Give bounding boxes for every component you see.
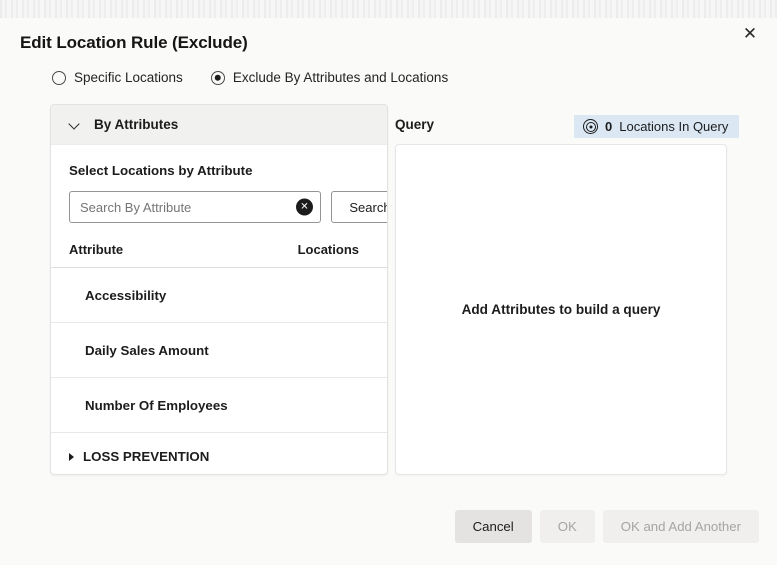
status-badge: 0 Locations In Query [574, 115, 740, 138]
by-attributes-accordion-header[interactable]: By Attributes [51, 105, 387, 145]
table-row[interactable]: Accessibility [51, 268, 387, 323]
search-input-wrapper: ✕ [69, 191, 321, 223]
bullseye-icon [583, 119, 598, 134]
select-locations-label: Select Locations by Attribute [69, 163, 253, 178]
column-header-locations: Locations [297, 242, 359, 257]
dialog-footer: Cancel OK OK and Add Another [454, 510, 759, 543]
clear-circle-icon[interactable]: ✕ [296, 198, 313, 216]
radio-specific-locations[interactable]: Specific Locations [52, 70, 183, 85]
chevron-right-icon [69, 452, 74, 461]
background-page-strip [0, 0, 777, 18]
close-icon[interactable]: ✕ [737, 20, 763, 46]
attribute-name: Number Of Employees [85, 397, 228, 413]
locations-in-query-text: Locations In Query [619, 119, 729, 134]
attributes-panel: By Attributes Select Locations by Attrib… [50, 104, 388, 475]
mode-radio-group: Specific Locations Exclude By Attributes… [52, 70, 448, 85]
attribute-group-name: LOSS PREVENTION [83, 449, 210, 464]
table-row-group[interactable]: LOSS PREVENTION [51, 433, 387, 474]
attribute-search-row: ✕ Search [51, 191, 387, 223]
column-header-attribute: Attribute [69, 242, 124, 257]
radio-exclude-by-attributes[interactable]: Exclude By Attributes and Locations [210, 70, 449, 85]
query-panel: Add Attributes to build a query [395, 144, 727, 475]
table-row[interactable]: Number Of Employees [51, 378, 387, 433]
search-button[interactable]: Search [331, 191, 387, 223]
attribute-name: Daily Sales Amount [85, 342, 209, 358]
table-row[interactable]: Daily Sales Amount [51, 323, 387, 378]
attributes-panel-body: Select Locations by Attribute ✕ Search A… [51, 145, 387, 474]
ok-and-add-another-button[interactable]: OK and Add Another [602, 510, 759, 543]
locations-in-query-count: 0 [605, 119, 613, 134]
radio-label-exclude-by-attributes: Exclude By Attributes and Locations [232, 70, 449, 85]
cancel-button[interactable]: Cancel [454, 510, 532, 543]
attributes-table-header: Attribute Locations [51, 233, 387, 268]
radio-indicator-exclude-by-attributes [210, 70, 225, 85]
radio-indicator-specific-locations [52, 70, 66, 85]
radio-label-specific-locations: Specific Locations [74, 70, 183, 85]
query-empty-state: Add Attributes to build a query [461, 302, 661, 317]
by-attributes-accordion-label: By Attributes [94, 117, 179, 132]
search-attribute-input[interactable] [69, 191, 321, 223]
ok-button[interactable]: OK [539, 510, 595, 543]
query-label: Query [395, 117, 435, 132]
attribute-name: Accessibility [85, 287, 167, 303]
page-title: Edit Location Rule (Exclude) [20, 33, 248, 52]
chevron-down-icon [69, 119, 80, 130]
